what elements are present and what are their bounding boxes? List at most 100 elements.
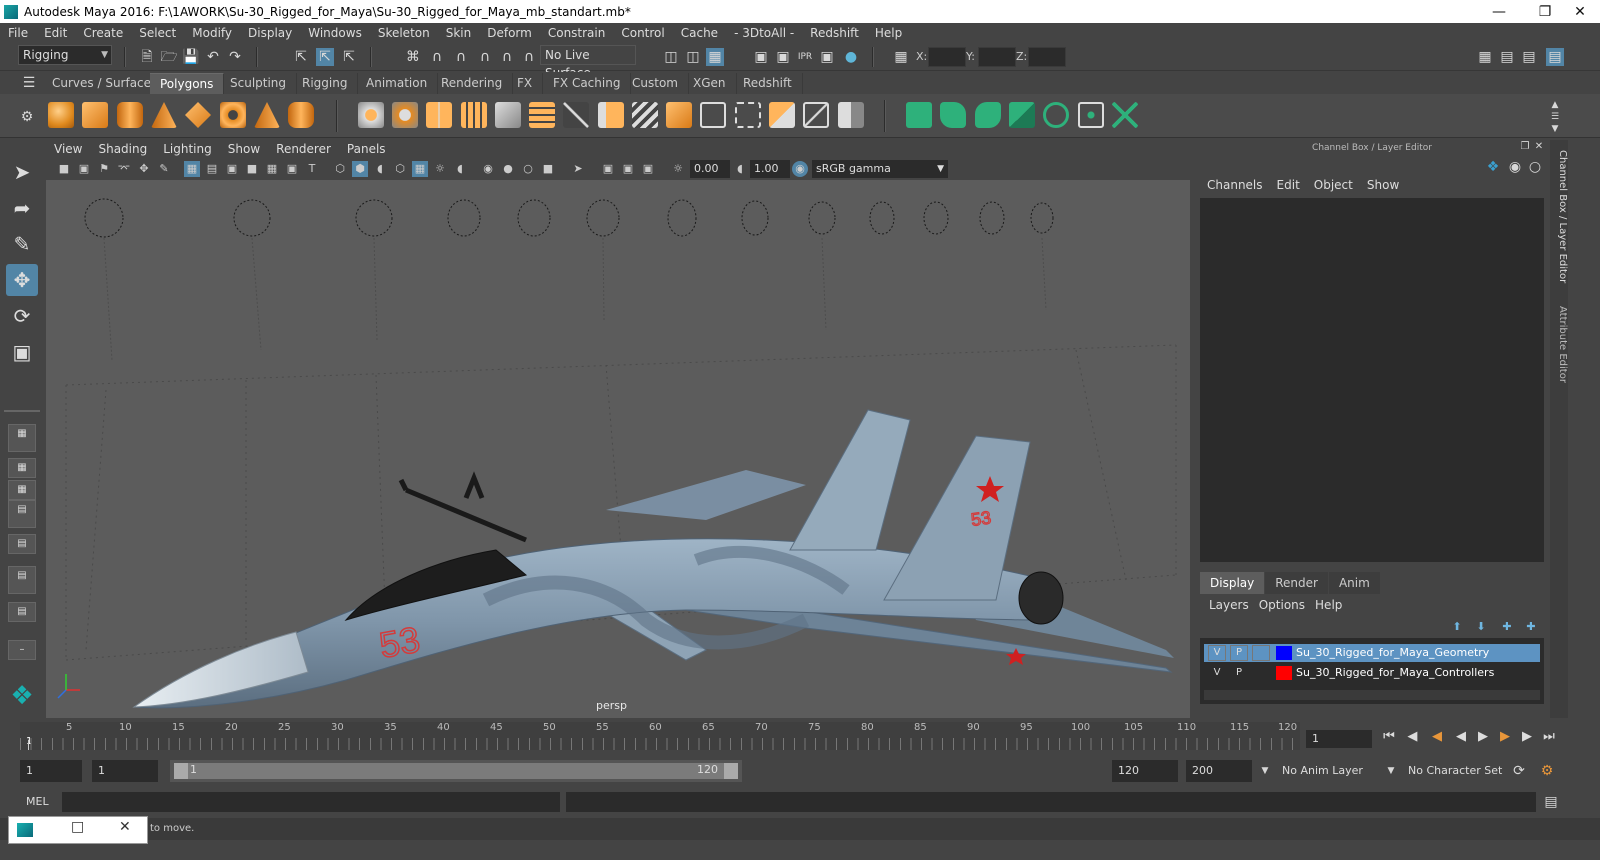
rigging-tool-3-icon[interactable] (975, 102, 1001, 128)
resolution-gate-icon[interactable]: ▣ (224, 161, 240, 177)
shelf-tab-fx[interactable]: FX (507, 73, 544, 94)
cb-menu-object[interactable]: Object (1307, 178, 1360, 192)
close-icon[interactable]: ✕ (119, 819, 131, 835)
color-management-icon[interactable]: ◉ (792, 161, 808, 177)
cb-menu-edit[interactable]: Edit (1270, 178, 1307, 192)
textured-icon[interactable]: ▦ (412, 161, 428, 177)
cb-menu-show[interactable]: Show (1360, 178, 1406, 192)
menu-display[interactable]: Display (240, 26, 300, 40)
step-back-icon[interactable]: ◀ (1404, 728, 1422, 746)
close-icon[interactable]: ✕ (1560, 0, 1600, 23)
rigging-tool-4-icon[interactable] (1009, 102, 1035, 128)
four-view-icon[interactable]: ▦ (8, 458, 36, 478)
planar-map-icon[interactable] (803, 102, 829, 128)
play-forwards-icon[interactable]: ▶ (1474, 728, 1492, 746)
depth-of-field-icon[interactable]: ■ (540, 161, 556, 177)
snap-point-icon[interactable]: ∩ (452, 48, 470, 66)
target-weld-icon[interactable] (666, 102, 692, 128)
new-layer-icon[interactable]: ✚ (1498, 618, 1516, 636)
append-icon[interactable] (598, 102, 624, 128)
step-forward-icon[interactable]: ▶ (1518, 728, 1536, 746)
shelf-settings-icon[interactable]: ⚙ (18, 108, 36, 126)
current-frame-field[interactable]: 1 (1306, 730, 1372, 748)
persp-graph-icon[interactable]: ▤ (8, 500, 36, 528)
construction-history-icon[interactable]: ▦ (706, 48, 724, 66)
save-scene-icon[interactable]: 💾 (182, 48, 200, 66)
vp-menu-shading[interactable]: Shading (90, 142, 155, 156)
su-30-aircraft-model[interactable]: 53 53 (132, 409, 1174, 709)
layer-row-controllers[interactable]: V P Su_30_Rigged_for_Maya_Controllers (1204, 664, 1540, 682)
film-gate-icon[interactable]: ▤ (204, 161, 220, 177)
snap-surface-icon[interactable]: ∩ (498, 48, 516, 66)
color-space-dropdown[interactable]: sRGB gamma ▼ (812, 160, 948, 178)
vp-menu-renderer[interactable]: Renderer (268, 142, 339, 156)
field-chart-icon[interactable]: ▦ (264, 161, 280, 177)
anti-aliasing-icon[interactable]: ○ (520, 161, 536, 177)
shelf-tab-rendering[interactable]: Rendering (431, 73, 514, 94)
connect-icon[interactable] (700, 102, 726, 128)
menu-redshift[interactable]: Redshift (802, 26, 867, 40)
wireframe-icon[interactable]: ⬡ (332, 161, 348, 177)
rigging-tool-5-icon[interactable] (1043, 102, 1069, 128)
layer-scrollbar[interactable] (1204, 690, 1540, 700)
character-set-dropdown[interactable]: No Character Set (1402, 760, 1506, 782)
layer-row-geometry[interactable]: V P Su_30_Rigged_for_Maya_Geometry (1204, 644, 1540, 662)
menu-create[interactable]: Create (75, 26, 131, 40)
move-layer-down-icon[interactable]: ⬇ (1472, 618, 1490, 636)
shelf-tab-custom[interactable]: Custom (622, 73, 689, 94)
output-ops-icon[interactable]: ◫ (684, 48, 702, 66)
redo-icon[interactable]: ↷ (226, 48, 244, 66)
exposure-field[interactable]: 0.00 (690, 160, 730, 178)
go-to-end-icon[interactable]: ⏭ (1540, 728, 1558, 746)
range-start-handle[interactable] (174, 763, 188, 779)
transform-mode-icon[interactable]: ▦ (892, 48, 910, 66)
multi-cut-icon[interactable] (632, 102, 658, 128)
motion-blur-icon[interactable]: ● (500, 161, 516, 177)
step-forward-key-icon[interactable]: ▶ (1496, 728, 1514, 746)
open-scene-icon[interactable]: 🗁 (160, 48, 178, 66)
shelf-tab-redshift[interactable]: Redshift (733, 73, 803, 94)
gamma-field[interactable]: 1.00 (750, 160, 790, 178)
layer-color-swatch[interactable] (1276, 666, 1292, 680)
playback-end-field[interactable]: 120 (1112, 760, 1178, 782)
shelf-tab-sculpting[interactable]: Sculpting (220, 73, 298, 94)
rigging-tool-6-icon[interactable] (1078, 102, 1104, 128)
layer-display-type[interactable] (1252, 645, 1270, 661)
channel-box-icon[interactable]: ▤ (1546, 48, 1564, 66)
snap-grid-icon[interactable]: ⌘ (404, 48, 422, 66)
poly-plane-icon[interactable] (185, 102, 211, 128)
isolate-select-icon[interactable]: ➤ (570, 161, 586, 177)
move-tool-icon[interactable]: ✥ (6, 264, 38, 296)
xray-components-icon[interactable]: ▣ (640, 161, 656, 177)
mirror-icon[interactable] (426, 102, 452, 128)
menu-constrain[interactable]: Constrain (540, 26, 614, 40)
menu-help[interactable]: Help (867, 26, 910, 40)
perspective-viewport[interactable]: 53 53 persp (46, 180, 1190, 718)
rigging-tool-7-icon[interactable] (1112, 102, 1138, 128)
command-input[interactable] (62, 792, 560, 812)
poly-cone-icon[interactable] (151, 102, 177, 128)
hyper-icon[interactable]: ○ (1526, 158, 1544, 176)
snap-view-icon[interactable]: ∩ (476, 48, 494, 66)
le-menu-options[interactable]: Options (1254, 598, 1310, 612)
animation-start-field[interactable]: 1 (20, 760, 82, 782)
uv-layout-icon[interactable]: ▤ (8, 602, 36, 622)
combine-icon[interactable] (358, 102, 384, 128)
playback-start-field[interactable]: 1 (92, 760, 158, 782)
manipulator-icon[interactable]: ❖ (1484, 158, 1502, 176)
exposure-icon[interactable]: ☼ (670, 161, 686, 177)
vp-menu-lighting[interactable]: Lighting (155, 142, 220, 156)
menu-3dtoall[interactable]: - 3DtoAll - (726, 26, 802, 40)
smooth-icon[interactable] (461, 102, 487, 128)
shadows-icon[interactable]: ◖ (452, 161, 468, 177)
channel-box-content[interactable] (1200, 198, 1544, 562)
layer-visibility-toggle[interactable]: V (1208, 645, 1226, 661)
ambient-occlusion-icon[interactable]: ◉ (480, 161, 496, 177)
render-frame-icon[interactable]: ▣ (774, 48, 792, 66)
input-ops-icon[interactable]: ◫ (662, 48, 680, 66)
animation-end-field[interactable]: 200 (1186, 760, 1252, 782)
new-scene-icon[interactable]: 🗎 (138, 48, 156, 66)
separate-icon[interactable] (392, 102, 418, 128)
script-editor-layout-icon[interactable]: ▤ (8, 566, 36, 594)
grid-icon[interactable]: ▦ (184, 161, 200, 177)
